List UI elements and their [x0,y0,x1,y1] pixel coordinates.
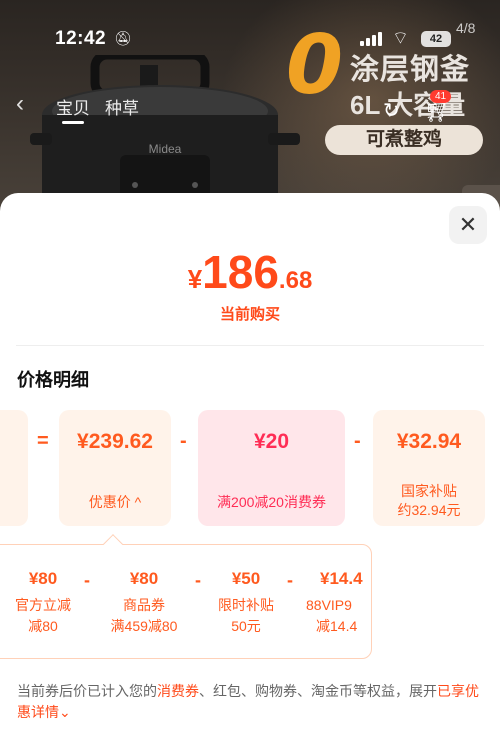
bell-off-icon: 🔕︎ [114,30,132,46]
footnote-text: 当前券后价已计入您的 [17,683,157,699]
close-button[interactable]: ✕ [449,206,487,244]
breakdown-sublabel: 50元 [231,618,261,634]
brand-label: Midea [149,142,182,156]
promo-zero-graphic: 0 [286,18,344,113]
footnote-highlight-coupon: 消费券 [157,683,199,699]
minus-operator: - [84,570,90,590]
breakdown-amount: ¥14.4 [320,569,363,588]
price-currency: ¥ [187,264,203,294]
breakdown-label: 商品券 [123,597,165,613]
current-price: ¥186.68 [0,245,500,299]
breakdown-item-vip-clip: ¥14.4 88VIP9 减14.4 [300,569,370,649]
pressure-cooker-image: Midea [30,55,300,215]
chevron-down-icon[interactable]: ⌄ [59,704,71,720]
divider [16,345,484,346]
section-title: 价格明细 [17,370,89,390]
breakdown-label: 限时补贴 [218,597,274,613]
battery-icon: 42 [421,31,451,47]
subsidy-label-line1: 国家补贴 [401,483,457,499]
coupon-label: 满200减20消费券 [217,494,326,510]
breakdown-sublabel: 减80 [28,618,58,634]
promo-headline: 涂层钢釜 [350,54,471,86]
price-detail-sheet: ✕ ¥186.68 当前购买 价格明细 = ¥239.62 优惠价 ^ - ¥2… [0,193,500,743]
cart-badge: 41 [430,90,452,103]
active-tab-indicator [62,121,84,124]
price-footnote: 当前券后价已计入您的消费券、红包、购物券、淘金币等权益，展开已享优惠详情⌄ [17,681,487,723]
breakdown-amount: ¥80 [129,569,159,588]
price-card-final-partial [0,410,28,526]
breakdown-label: 官方立减 [15,597,71,613]
breakdown-item-product-coupon: ¥80 商品券 满459减80 [101,569,187,637]
share-icon[interactable]: ↻ [383,98,400,123]
subsidy-label: 国家补贴 约32.94元 [373,482,485,520]
price-integer: 186 [202,246,279,298]
discount-price-label[interactable]: 优惠价 ^ [59,492,171,512]
breakdown-amount: ¥50 [231,569,261,588]
minus-operator: - [287,570,293,590]
minus-operator: - [354,430,361,452]
product-image-header[interactable]: Midea 12:42 🔕︎ ⌔ 42 4/8 ‹ 宝贝 种草 0 涂层钢釜 6… [0,0,500,215]
breakdown-amount: ¥80 [28,569,58,588]
price-card-discount[interactable]: ¥239.62 优惠价 ^ [59,410,171,526]
breakdown-item-vip: ¥14.4 88VIP9 减14.4 [300,569,370,637]
price-card-coupon[interactable]: ¥20 满200减20消费券 [198,410,345,526]
breakdown-sublabel: 满459减80 [110,618,178,634]
back-icon[interactable]: ‹ [16,90,24,118]
discount-price-amount: ¥239.62 [77,430,153,453]
tab-baobei[interactable]: 宝贝 [56,94,90,119]
equals-operator: = [37,430,49,452]
promo-pill: 可煮整鸡 [325,125,483,155]
price-card-subsidy[interactable]: ¥32.94 国家补贴 约32.94元 [373,410,485,526]
image-page-index: 4/8 [456,20,476,36]
breakdown-item-time-subsidy: ¥50 限时补贴 50元 [203,569,289,637]
current-price-label: 当前购买 [219,306,280,323]
breakdown-sublabel: 减14.4 [316,618,358,634]
subsidy-amount: ¥32.94 [396,430,462,453]
minus-operator: - [180,430,187,452]
minus-operator: - [195,570,201,590]
breakdown-label: 88VIP9 [306,597,352,613]
status-time: 12:42 [55,28,107,49]
coupon-amount: ¥20 [253,430,290,453]
price-decimal: .68 [278,267,313,294]
subsidy-label-line2: 约32.94元 [397,502,461,518]
breakdown-item-official: ¥80 官方立减 减80 [0,569,86,637]
signal-icon [360,32,382,46]
tab-zhongcao[interactable]: 种草 [105,94,139,119]
footnote-text: 、红包、购物券、淘金币等权益，展开 [199,683,437,699]
